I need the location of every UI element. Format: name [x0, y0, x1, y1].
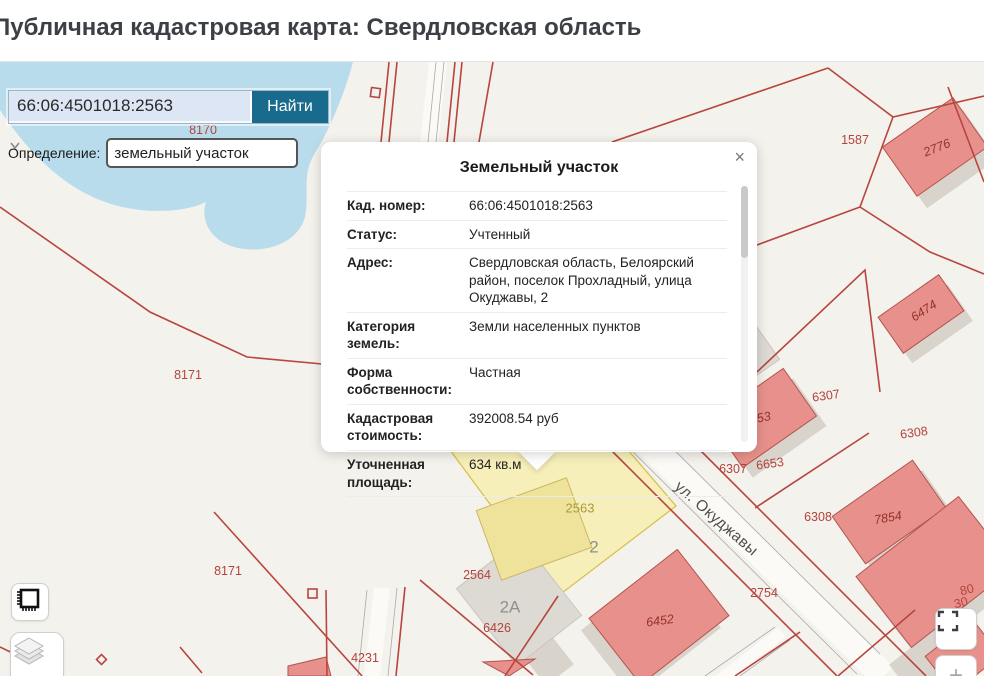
parcel-label: 8170 [189, 122, 217, 137]
parcel-label: 2564 [463, 567, 491, 582]
popup-row-label: Статус: [347, 226, 397, 242]
parcel-label: 8171 [214, 563, 242, 578]
filter-select[interactable]: земельный участок [10, 138, 299, 168]
popup-row-label: Кадастровая стоимость: [347, 410, 434, 444]
popup-row-value: 634 кв.м [469, 457, 522, 473]
close-icon[interactable]: × [734, 148, 745, 166]
popup-row: Статус: Учтенный [347, 219, 727, 249]
popup-row-value: 66:06:4501018:2563 [469, 198, 593, 213]
popup-row-value: 392008.54 руб [469, 410, 559, 426]
popup-row-label: Форма собственности: [347, 364, 452, 398]
popup-row-label: Категория земель: [347, 318, 416, 352]
measure-icon [17, 588, 40, 611]
popup-row-value: Свердловская область, Белоярский район, … [469, 255, 694, 306]
popup-scrollbar-thumb[interactable] [741, 186, 748, 258]
popup-row-value: Частная [469, 364, 521, 380]
search-button[interactable]: Найти [250, 91, 328, 123]
parcel-label: 8171 [174, 367, 202, 382]
search-input[interactable] [9, 91, 250, 121]
parcel-label: 4231 [351, 650, 379, 665]
search-widget: Найти [8, 90, 329, 124]
page-title: Публичная кадастровая карта: Свердловска… [0, 14, 642, 41]
popup-row-value: Учтенный [469, 226, 531, 242]
fullscreen-icon [937, 610, 959, 632]
plus-icon: + [948, 662, 963, 676]
popup-row-label: Адрес: [347, 255, 393, 271]
zoom-in-button[interactable]: + [935, 655, 977, 676]
parcel-info-popup: × Земельный участок Кад. номер: 66:06:450… [321, 142, 757, 498]
popup-row: Уточненная площадь: 634 кв.м [347, 450, 727, 498]
popup-row: Кадастровая стоимость: 392008.54 руб [347, 403, 727, 450]
parcel-label: 2754 [750, 585, 778, 600]
parcel-label: 2 [589, 537, 599, 557]
popup-row-label: Кад. номер: [347, 198, 426, 213]
popup-scrollbar [741, 186, 748, 442]
popup-row: Категория земель: Земли населенных пункто… [347, 311, 727, 358]
popup-row: Кад. номер: 66:06:4501018:2563 [347, 191, 727, 220]
parcel-label: 2А [499, 597, 521, 617]
measure-button[interactable] [11, 583, 49, 621]
popup-row-label: Уточненная площадь: [347, 457, 425, 490]
popup-row: Адрес: Свердловская область, Белоярский р… [347, 248, 727, 312]
parcel-label: 2563 [565, 500, 595, 516]
layers-icon [13, 637, 45, 665]
popup-rows: Кад. номер: 66:06:4501018:2563 Статус: Учте… [347, 191, 727, 498]
layers-button[interactable] [10, 632, 64, 676]
map-canvas[interactable]: 8170158727766474817163076653630866536307… [0, 62, 984, 676]
parcel-label: 6426 [483, 620, 511, 635]
popup-row-value: Земли населенных пунктов [469, 318, 641, 334]
popup-row: Форма собственности: Частная [347, 357, 727, 404]
parcel-label: 1587 [841, 132, 869, 147]
page-header: Публичная кадастровая карта: Свердловска… [0, 0, 984, 62]
filter-row: Определение: земельный участок [8, 138, 299, 168]
popup-title: Земельный участок [459, 159, 619, 176]
parcel-label: 6308 [804, 509, 832, 524]
fullscreen-button[interactable] [935, 608, 977, 650]
filter-selected-value: земельный участок [114, 144, 249, 162]
chevron-down-icon [10, 142, 20, 150]
